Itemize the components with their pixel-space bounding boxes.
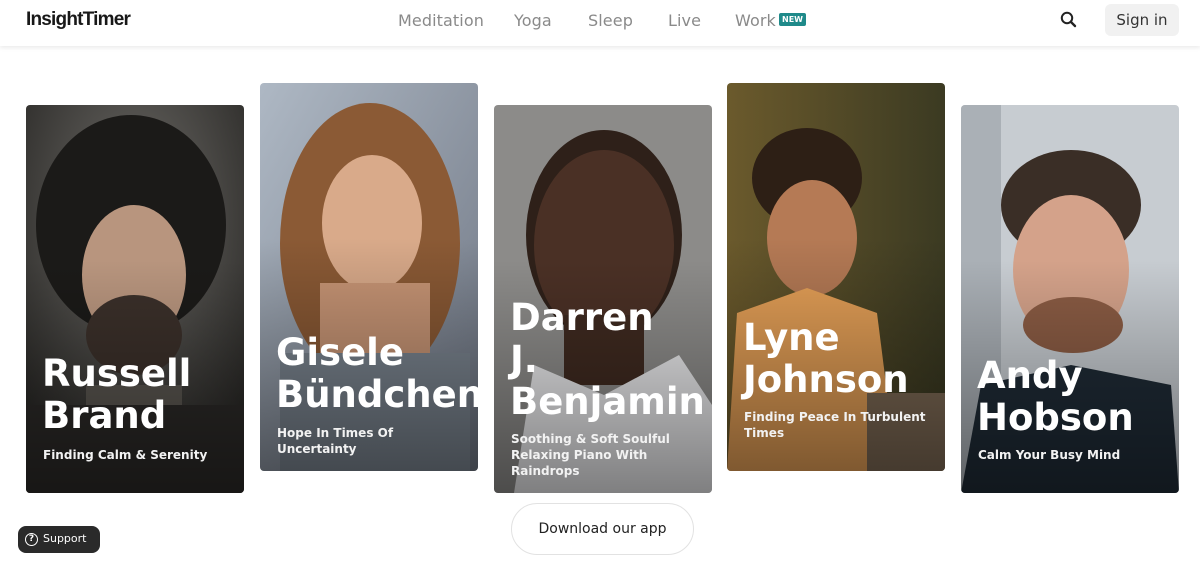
new-badge: NEW	[779, 13, 806, 26]
teacher-name: Lyne Johnson	[743, 316, 909, 401]
teacher-name: Andy Hobson	[977, 354, 1134, 439]
course-title: Finding Peace In Turbulent Times	[744, 410, 926, 440]
nav-sleep[interactable]: Sleep	[588, 11, 633, 30]
search-icon[interactable]	[1058, 9, 1080, 31]
teacher-name: Russell Brand	[42, 352, 192, 437]
support-button[interactable]: ? Support	[18, 526, 100, 553]
nav-work[interactable]: Work	[735, 11, 776, 30]
teacher-card-russell-brand[interactable]: Russell Brand Finding Calm & Serenity	[26, 105, 244, 493]
course-title: Finding Calm & Serenity	[43, 448, 208, 462]
top-navigation-bar: InsightTimer Meditation Yoga Sleep Live …	[0, 0, 1200, 46]
nav-yoga[interactable]: Yoga	[514, 11, 552, 30]
course-title: Hope In Times Of Uncertainty	[277, 426, 394, 456]
teacher-card-darren-j-benjamin[interactable]: Darren J. Benjamin Soothing & Soft Soulf…	[494, 105, 712, 493]
support-label: Support	[43, 532, 87, 545]
teacher-card-gisele-bundchen[interactable]: Gisele Bündchen Hope In Times Of Uncerta…	[260, 83, 478, 471]
sign-in-button[interactable]: Sign in	[1105, 4, 1179, 36]
teacher-name: Darren J. Benjamin	[510, 296, 705, 423]
teacher-name: Gisele Bündchen	[276, 331, 478, 416]
nav-meditation[interactable]: Meditation	[398, 11, 484, 30]
course-title: Soothing & Soft Soulful Relaxing Piano W…	[511, 432, 670, 478]
insight-timer-logo[interactable]: InsightTimer	[26, 9, 131, 31]
download-app-button[interactable]: Download our app	[511, 503, 694, 555]
teacher-card-andy-hobson[interactable]: Andy Hobson Calm Your Busy Mind	[961, 105, 1179, 493]
help-circle-icon: ?	[25, 533, 38, 546]
teacher-card-lyne-johnson[interactable]: Lyne Johnson Finding Peace In Turbulent …	[727, 83, 945, 471]
nav-live[interactable]: Live	[668, 11, 701, 30]
course-title: Calm Your Busy Mind	[978, 448, 1121, 462]
